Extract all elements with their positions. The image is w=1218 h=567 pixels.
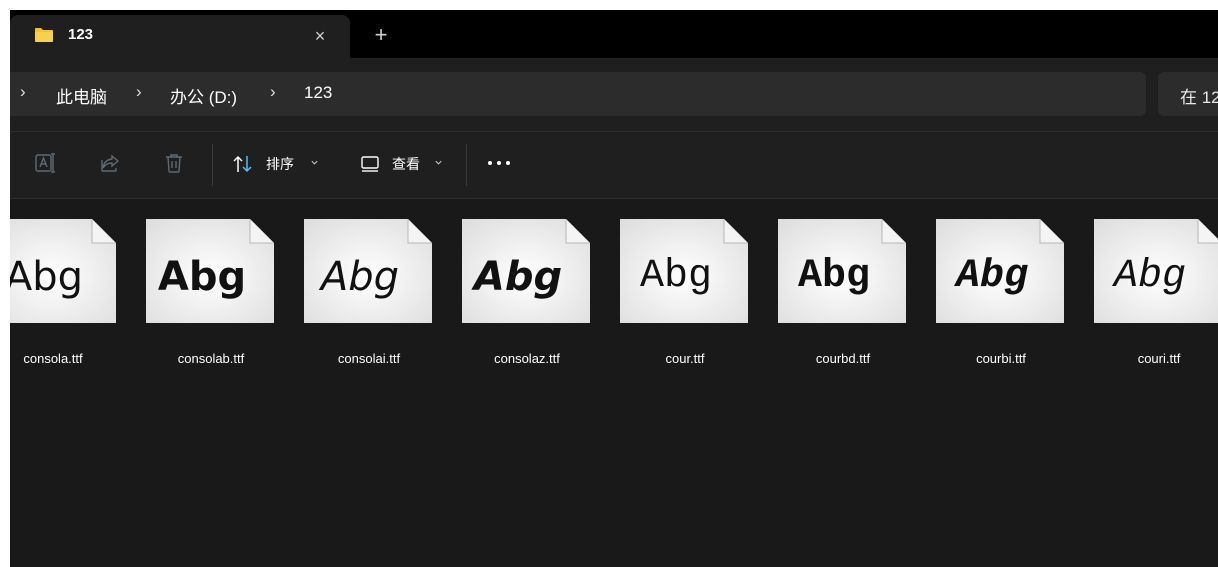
font-preview-text: Abg bbox=[797, 254, 870, 299]
tab-123[interactable]: 123 × bbox=[10, 15, 350, 58]
file-name: couri.ttf bbox=[1137, 351, 1181, 366]
file-grid: Abg consola.ttf Abg consolab.ttf Abg consolai… bbox=[10, 199, 1218, 567]
chevron-right-icon[interactable]: › bbox=[20, 82, 26, 102]
sort-icon bbox=[233, 155, 252, 173]
tab-title: 123 bbox=[68, 26, 94, 43]
font-preview-text: Abg bbox=[955, 254, 1028, 299]
rename-icon[interactable] bbox=[34, 151, 58, 175]
font-preview-text: Abg bbox=[320, 254, 400, 300]
breadcrumb-this-pc[interactable]: 此电脑 bbox=[56, 83, 107, 108]
folder-icon bbox=[35, 28, 53, 42]
toolbar-divider bbox=[212, 144, 213, 186]
breadcrumb-folder-123[interactable]: 123 bbox=[304, 83, 332, 103]
close-icon[interactable]: × bbox=[308, 24, 332, 48]
file-item[interactable]: Abg consolab.ttf bbox=[146, 219, 276, 369]
file-name: consolai.ttf bbox=[337, 351, 401, 366]
chevron-right-icon[interactable]: › bbox=[270, 82, 276, 102]
file-item[interactable]: Abg consolai.ttf bbox=[304, 219, 434, 369]
file-item[interactable]: Abg consolaz.ttf bbox=[462, 219, 592, 369]
chevron-down-icon bbox=[311, 160, 318, 165]
new-tab-button[interactable]: + bbox=[368, 22, 394, 48]
delete-icon[interactable] bbox=[162, 151, 186, 175]
font-preview-text: Abg bbox=[639, 254, 712, 299]
chevron-right-icon[interactable]: › bbox=[136, 82, 142, 102]
toolbar-divider bbox=[466, 144, 467, 186]
file-item[interactable]: Abg cour.ttf bbox=[620, 219, 750, 369]
tab-bar: 123 × + bbox=[10, 10, 1218, 58]
file-name: courbd.ttf bbox=[815, 351, 871, 366]
sort-label: 排序 bbox=[266, 156, 294, 172]
file-item[interactable]: Abg courbd.ttf bbox=[778, 219, 908, 369]
file-name: consolab.ttf bbox=[177, 351, 245, 366]
font-preview-text: Abg bbox=[473, 254, 563, 300]
font-preview-text: Abg bbox=[1113, 254, 1186, 299]
address-bar[interactable]: › 此电脑 › 办公 (D:) › 123 bbox=[10, 72, 1146, 116]
file-name: consola.ttf bbox=[23, 351, 83, 366]
font-preview-text: Abg bbox=[157, 254, 247, 300]
breadcrumb-drive-d[interactable]: 办公 (D:) bbox=[170, 83, 237, 108]
font-preview-text: Abg bbox=[10, 254, 84, 300]
file-name: consolaz.ttf bbox=[494, 351, 560, 366]
sort-button[interactable]: 排序 bbox=[232, 150, 326, 178]
file-explorer-window: 123 × + › 此电脑 › 办公 (D:) › 123 在 12 排序 查看… bbox=[10, 10, 1218, 567]
share-icon[interactable] bbox=[98, 151, 122, 175]
view-button[interactable]: 查看 bbox=[360, 150, 456, 178]
more-icon[interactable] bbox=[486, 158, 512, 168]
file-item[interactable]: Abg courbi.ttf bbox=[936, 219, 1066, 369]
command-bar: 排序 查看 bbox=[10, 132, 1218, 199]
file-item[interactable]: Abg couri.ttf bbox=[1094, 219, 1218, 369]
view-label: 查看 bbox=[392, 156, 420, 172]
file-item[interactable]: Abg consola.ttf bbox=[10, 219, 118, 369]
file-name: cour.ttf bbox=[665, 351, 705, 366]
address-row: › 此电脑 › 办公 (D:) › 123 在 12 bbox=[10, 58, 1218, 132]
search-input[interactable]: 在 12 bbox=[1158, 72, 1218, 116]
search-placeholder: 在 12 bbox=[1180, 88, 1218, 107]
view-icon bbox=[361, 156, 379, 172]
file-name: courbi.ttf bbox=[976, 351, 1026, 366]
chevron-down-icon bbox=[435, 160, 442, 165]
